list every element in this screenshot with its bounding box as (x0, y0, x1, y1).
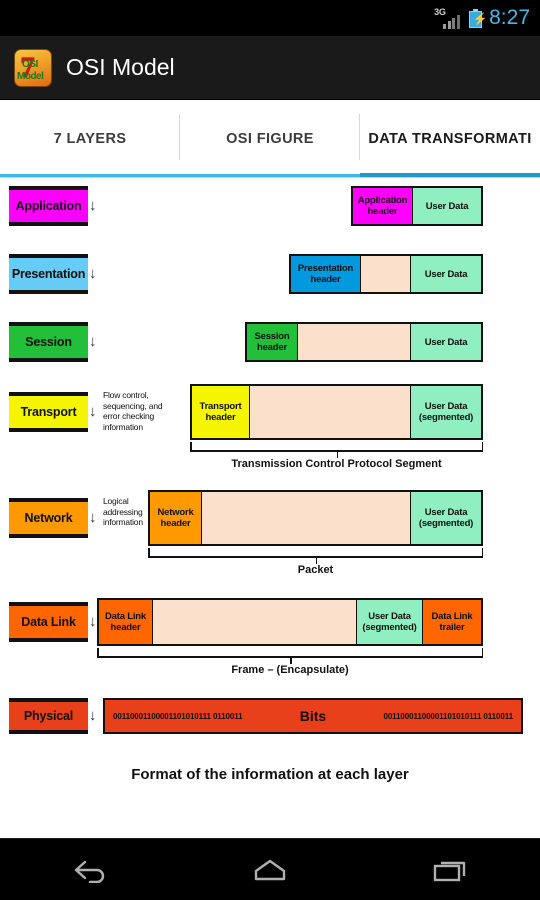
pdu-presentation: Presentation header User Data (289, 254, 483, 294)
recents-nav-icon[interactable] (405, 847, 495, 893)
down-arrow-icon: ↓ (89, 265, 97, 282)
android-nav-bar (0, 838, 540, 900)
pdu-cell-trailer: Data Link trailer (423, 600, 481, 644)
pdu-cell-header: Network header (150, 492, 202, 544)
signal-bars-glyph (443, 15, 460, 29)
brace-network: Packet (148, 548, 483, 582)
bits-label: Bits (299, 708, 327, 724)
pdu-session: Session header User Data (245, 322, 483, 362)
down-arrow-icon: ↓ (89, 403, 97, 420)
layer-label: Presentation (11, 267, 86, 281)
pdu-cell-user-data: User Data (segmented) (411, 386, 481, 438)
pdu-cell-user-data: User Data (411, 324, 481, 360)
tab-bar: 7 LAYERS OSI FIGURE DATA TRANSFORMATI (0, 100, 540, 178)
tab-data-transformation-label: DATA TRANSFORMATI (368, 130, 532, 147)
layer-label: Application (15, 199, 82, 213)
layer-box-transport[interactable]: Transport (9, 392, 88, 432)
page-title: OSI Model (66, 54, 175, 80)
tab-7-layers[interactable]: 7 LAYERS (0, 100, 180, 178)
layer-label: Session (25, 335, 72, 349)
tab-data-transformation[interactable]: DATA TRANSFORMATI (360, 100, 540, 178)
pdu-cell-payload (361, 256, 411, 292)
pdu-cell-header: Application header (353, 188, 413, 224)
brace-label: Frame – (Encapsulate) (231, 664, 349, 676)
down-arrow-icon: ↓ (89, 509, 97, 526)
layer-note-network: Logical addressing information (103, 496, 143, 527)
down-arrow-icon: ↓ (89, 613, 97, 630)
action-bar: 7 OSI Model OSI Model (0, 36, 540, 100)
pdu-cell-user-data: User Data (segmented) (411, 492, 481, 544)
pdu-cell-payload (298, 324, 411, 360)
data-transformation-diagram: Application ↓ Application header User Dat… (0, 178, 540, 900)
app-icon-osi-text: OSI (22, 58, 39, 70)
layer-label: Network (24, 511, 73, 525)
layer-label: Transport (20, 405, 77, 419)
layer-box-session[interactable]: Session (9, 322, 88, 362)
pdu-cell-payload (202, 492, 411, 544)
pdu-cell-user-data: User Data (segmented) (357, 600, 423, 644)
pdu-cell-user-data: User Data (413, 188, 481, 224)
tab-7-layers-label: 7 LAYERS (53, 130, 127, 147)
tab-osi-figure[interactable]: OSI FIGURE (180, 100, 360, 178)
pdu-cell-header: Session header (247, 324, 298, 360)
pdu-transport: Transport header User Data (segmented) (190, 384, 483, 440)
osi-model-app-icon[interactable]: 7 OSI Model (14, 48, 52, 87)
diagram-caption: Format of the information at each layer (131, 766, 409, 783)
layer-box-physical[interactable]: Physical (9, 698, 88, 734)
pdu-cell-header: Transport header (192, 386, 250, 438)
pdu-application: Application header User Data (351, 186, 483, 226)
brace-label: Transmission Control Protocol Segment (231, 458, 442, 470)
layer-box-presentation[interactable]: Presentation (9, 254, 88, 294)
tab-osi-figure-label: OSI FIGURE (226, 130, 314, 147)
down-arrow-icon: ↓ (89, 333, 97, 350)
status-bar-right: 3G ⚡ 8:27 (434, 6, 530, 30)
pdu-physical-bits: 00110001100001101010111 0110011 Bits 001… (103, 698, 523, 734)
app-icon-model-text: Model (17, 70, 44, 82)
down-arrow-icon: ↓ (89, 707, 97, 724)
status-bar: 3G ⚡ 8:27 (0, 0, 540, 36)
layer-label: Physical (23, 709, 74, 723)
layer-note-transport: Flow control, sequencing, and error chec… (103, 390, 163, 432)
home-nav-icon[interactable] (225, 847, 315, 893)
pdu-cell-user-data: User Data (411, 256, 481, 292)
layer-box-data-link[interactable]: Data Link (9, 602, 88, 642)
network-type-label: 3G (434, 7, 446, 17)
layer-box-application[interactable]: Application (9, 186, 88, 226)
pdu-data-link: Data Link header User Data (segmented) Dat… (97, 598, 483, 646)
signal-bars-icon: 3G (434, 7, 462, 29)
brace-data-link: Frame – (Encapsulate) (97, 648, 483, 682)
brace-label: Packet (297, 564, 334, 576)
pdu-cell-payload (153, 600, 357, 644)
pdu-network: Network header User Data (segmented) (148, 490, 483, 546)
battery-charging-icon: ⚡ (469, 8, 488, 28)
status-bar-clock: 8:27 (489, 6, 530, 29)
down-arrow-icon: ↓ (89, 197, 97, 214)
pdu-cell-header: Data Link header (99, 600, 153, 644)
bits-stream-right: 00110001100001101010111 0110011 (383, 711, 513, 721)
pdu-cell-header: Presentation header (291, 256, 361, 292)
brace-transport: Transmission Control Protocol Segment (190, 442, 483, 476)
bits-stream-left: 00110001100001101010111 0110011 (113, 711, 243, 721)
layer-box-network[interactable]: Network (9, 498, 88, 538)
back-nav-icon[interactable] (45, 847, 135, 893)
pdu-cell-payload (250, 386, 411, 438)
layer-label: Data Link (21, 615, 76, 629)
